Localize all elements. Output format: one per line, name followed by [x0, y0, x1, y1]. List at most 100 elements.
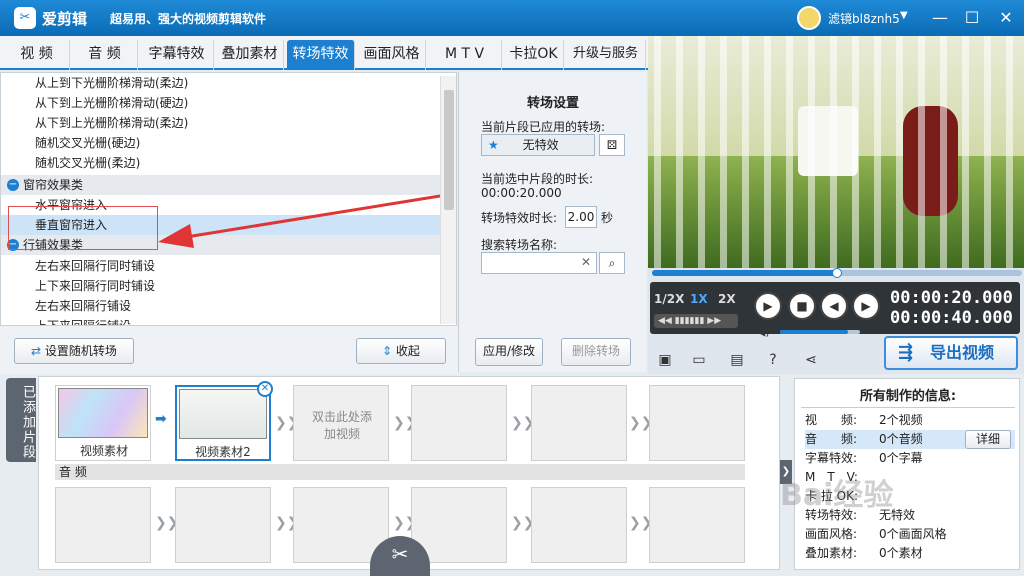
tab-style[interactable]: 画面风格: [358, 40, 426, 70]
speed-1x[interactable]: 1X: [690, 292, 708, 306]
collapse-icon[interactable]: −: [7, 179, 19, 191]
tab-video[interactable]: 视 频: [4, 40, 70, 70]
prev-frame-icon[interactable]: ◀: [820, 292, 848, 320]
remove-clip-icon[interactable]: ✕: [257, 381, 273, 397]
info-label: 画面风格:: [805, 527, 858, 541]
highlight-box: [8, 206, 158, 250]
curtain-stripe: [1006, 36, 1013, 268]
chevron-down-icon[interactable]: ▼: [900, 10, 908, 21]
username[interactable]: 滤镜bl8znh5: [828, 10, 900, 27]
add-video-slot[interactable]: 双击此处添加视频: [293, 385, 389, 461]
stop-icon[interactable]: ■: [788, 292, 816, 320]
curtain-stripe: [808, 36, 815, 268]
curtain-stripe: [786, 36, 793, 268]
shuffle-icon: ⇄: [31, 344, 45, 358]
curtain-stripe: [720, 36, 727, 268]
effect-duration-input[interactable]: 2.00: [565, 206, 597, 228]
info-label: 音 频:: [805, 432, 858, 446]
added-clips-tab[interactable]: 已添加片段: [6, 378, 36, 462]
seek-handle[interactable]: [832, 268, 842, 278]
tab-subtitle[interactable]: 字幕特效: [140, 40, 214, 70]
info-value: 0个音频: [879, 432, 923, 446]
search-input[interactable]: [481, 252, 597, 274]
clip-thumbnail: [179, 389, 267, 439]
clip-card[interactable]: 视频素材: [55, 385, 151, 461]
list-item[interactable]: 上下来回隔行同时铺设: [1, 276, 441, 296]
list-item[interactable]: 从上到下光栅阶梯滑动(柔边): [1, 73, 441, 93]
settings-title: 转场设置: [526, 96, 579, 111]
tab-karaoke[interactable]: 卡拉OK: [504, 40, 564, 70]
info-title: 所有制作的信息:: [859, 389, 957, 404]
jog-wheel[interactable]: ◀◀ ▮▮▮▮▮▮ ▶▶: [654, 314, 738, 328]
maximize-icon[interactable]: ☐: [960, 6, 984, 30]
audio-slot[interactable]: [55, 487, 151, 563]
curtain-stripe: [764, 36, 771, 268]
audio-slot[interactable]: [649, 487, 745, 563]
tab-audio[interactable]: 音 频: [72, 40, 138, 70]
apply-button[interactable]: 应用/修改: [475, 338, 543, 366]
curtain-stripe: [852, 36, 859, 268]
clip-label: 视频素材: [79, 444, 128, 458]
curtain-stripe: [896, 36, 903, 268]
empty-slot[interactable]: [411, 385, 507, 461]
tab-upgrade[interactable]: 升级与服务: [566, 40, 646, 70]
minimize-icon[interactable]: —: [928, 6, 952, 30]
transition-settings: 转场设置 当前片段已应用的转场: ★ 无特效 ⚄ 当前选中片段的时长: 00:0…: [458, 72, 646, 372]
tab-overlay[interactable]: 叠加素材: [216, 40, 284, 70]
empty-slot[interactable]: [649, 385, 745, 461]
close-icon[interactable]: ✕: [994, 6, 1018, 30]
search-icon[interactable]: ⌕: [599, 252, 625, 274]
play-icon[interactable]: ▶: [754, 292, 782, 320]
list-item[interactable]: 随机交叉光栅(硬边): [1, 133, 441, 153]
delete-transition-button[interactable]: 删除转场: [561, 338, 631, 366]
clip-card-selected[interactable]: 视频素材2: [175, 385, 271, 461]
export-video-button[interactable]: ⇶ 导出视频: [884, 336, 1018, 370]
info-value: 0个画面风格: [879, 527, 947, 541]
preview-shirt: [798, 106, 858, 176]
next-frame-icon[interactable]: ▶: [852, 292, 880, 320]
control-panel: 1/2X 1X 2X ◀◀ ▮▮▮▮▮▮ ▶▶ ▶ ■ ◀ ▶ 00:00:20…: [650, 282, 1020, 334]
random-transition-button[interactable]: ⇄ 设置随机转场: [14, 338, 134, 364]
search-label: 搜索转场名称:: [481, 238, 558, 252]
dice-icon[interactable]: ⚄: [599, 134, 625, 156]
details-button[interactable]: 详细: [965, 430, 1011, 449]
save-icon[interactable]: ▤: [728, 352, 746, 368]
list-item[interactable]: 上下来回隔行铺设: [1, 316, 441, 325]
collapse-arrows-icon: ⇕: [382, 344, 396, 358]
help-icon[interactable]: ?: [764, 352, 782, 368]
preview-guitar: [903, 106, 958, 216]
curtain-stripe: [654, 36, 661, 268]
info-row-overlay: 叠加素材: 0个素材: [805, 544, 1015, 563]
empty-slot[interactable]: [531, 385, 627, 461]
duration-label: 当前选中片段的时长:: [481, 172, 594, 186]
category-label: 窗帘效果类: [23, 178, 84, 192]
tab-transition[interactable]: 转场特效: [287, 40, 355, 70]
list-item[interactable]: 左右来回隔行同时铺设: [1, 256, 441, 276]
volume-icon[interactable]: ◀): [756, 324, 770, 338]
list-item[interactable]: 从下到上光栅阶梯滑动(硬边): [1, 93, 441, 113]
share-icon[interactable]: ⋖: [802, 352, 820, 368]
clear-icon[interactable]: ✕: [581, 255, 591, 269]
curtain-stripe: [940, 36, 947, 268]
info-row-video: 视 频: 2个视频: [805, 411, 1015, 430]
info-row-audio[interactable]: 音 频: 0个音频 详细: [805, 430, 1015, 449]
list-item[interactable]: 左右来回隔行铺设: [1, 296, 441, 316]
app-logo-icon: ✂: [14, 7, 36, 29]
curtain-stripe: [742, 36, 749, 268]
audio-slot[interactable]: [531, 487, 627, 563]
list-item[interactable]: 随机交叉光栅(柔边): [1, 153, 441, 173]
collapse-button[interactable]: ⇕ 收起: [356, 338, 446, 364]
volume-slider[interactable]: [780, 330, 860, 334]
app-name: 爱剪辑: [42, 10, 88, 28]
tab-mtv[interactable]: M T V: [428, 40, 502, 70]
curtain-stripe: [874, 36, 881, 268]
open-folder-icon[interactable]: ▭: [690, 352, 708, 368]
speed-half[interactable]: 1/2X: [654, 292, 684, 306]
list-item[interactable]: 从下到上光栅阶梯滑动(柔边): [1, 113, 441, 133]
audio-slot[interactable]: [175, 487, 271, 563]
collapse-label: 收起: [395, 344, 420, 358]
new-project-icon[interactable]: ▣: [656, 352, 674, 368]
main-tabs: 视 频 音 频 字幕特效 叠加素材 转场特效 画面风格 M T V 卡拉OK 升…: [0, 36, 648, 70]
user-avatar[interactable]: [797, 6, 821, 30]
speed-2x[interactable]: 2X: [718, 292, 736, 306]
